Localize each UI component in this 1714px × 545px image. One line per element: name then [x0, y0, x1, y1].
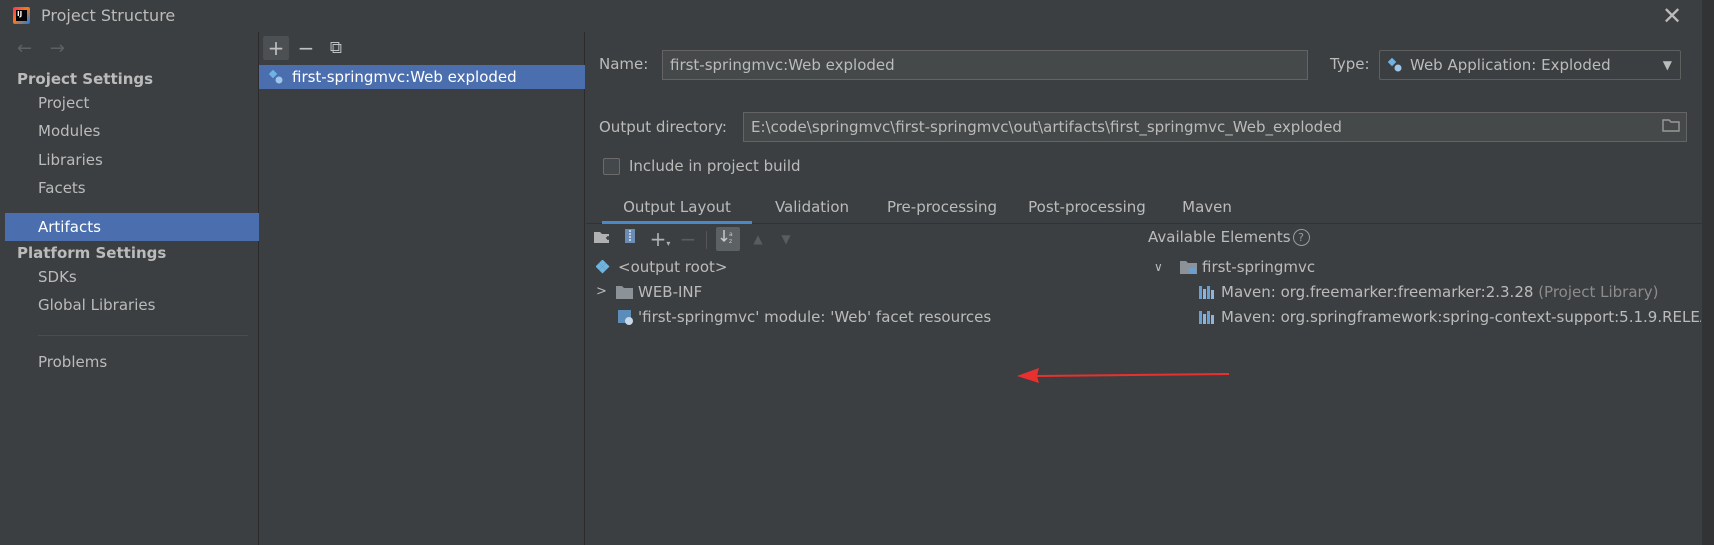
settings-sidebar: ← → Project Settings Project Modules Lib…	[5, 32, 259, 545]
intellij-logo-icon: IJ	[13, 7, 30, 24]
tab-post-processing[interactable]: Post-processing	[1012, 192, 1162, 224]
web-facet-icon	[618, 310, 633, 325]
type-dropdown[interactable]: Web Application: Exploded ▼	[1379, 50, 1681, 80]
tree-item-facet-resources[interactable]: 'first-springmvc' module: 'Web' facet re…	[618, 305, 991, 329]
sort-elements-icon[interactable]: az	[716, 227, 740, 251]
tab-output-layout[interactable]: Output Layout	[602, 192, 752, 224]
library-icon	[1199, 286, 1215, 299]
sidebar-item-global-libraries[interactable]: Global Libraries	[5, 291, 259, 319]
available-elements-label: Available Elements	[1148, 228, 1291, 246]
web-artifact-icon	[1388, 58, 1402, 72]
move-up-icon: ▲	[753, 232, 763, 246]
name-label: Name:	[599, 55, 649, 73]
annotation-arrow	[1017, 368, 1230, 383]
tab-pre-processing[interactable]: Pre-processing	[872, 192, 1012, 224]
library-type: (Project Library)	[1533, 283, 1659, 301]
move-down-icon: ▼	[781, 232, 791, 246]
output-root-icon	[596, 260, 610, 274]
library-icon	[1199, 311, 1215, 324]
output-directory-label: Output directory:	[599, 118, 727, 136]
svg-text:a: a	[729, 231, 733, 238]
title-bar: IJ Project Structure ✕	[0, 0, 1714, 32]
library-name: Maven: org.freemarker:freemarker:2.3.28	[1221, 283, 1534, 301]
create-archive-icon[interactable]	[618, 227, 642, 251]
chevron-right-icon[interactable]: >	[596, 280, 607, 304]
sidebar-item-problems[interactable]: Problems	[5, 348, 259, 376]
sidebar-divider	[38, 335, 248, 336]
tree-item-output-root[interactable]: <output root>	[596, 255, 727, 279]
folder-icon	[616, 286, 633, 299]
tab-maven[interactable]: Maven	[1162, 192, 1252, 224]
artifact-editor: Name: first-springmvc:Web exploded Type:…	[586, 32, 1714, 545]
toolbar-divider	[706, 231, 707, 249]
output-layout-toolbar: +▾ − az ▲ ▼	[586, 224, 1142, 255]
artifacts-list-panel: + − ⧉ first-springmvc:Web exploded	[259, 32, 585, 545]
forward-arrow-icon[interactable]: →	[50, 38, 65, 59]
chevron-down-icon[interactable]: ∨	[1154, 255, 1163, 279]
editor-tabs: Output Layout Validation Pre-processing …	[586, 192, 1714, 224]
sidebar-item-sdks[interactable]: SDKs	[5, 263, 259, 291]
copy-artifact-button[interactable]: ⧉	[323, 36, 349, 60]
help-icon[interactable]: ?	[1292, 229, 1310, 246]
artifact-list-item[interactable]: first-springmvc:Web exploded	[259, 65, 585, 89]
project-settings-heading: Project Settings	[17, 70, 154, 88]
remove-artifact-button[interactable]: −	[293, 36, 319, 60]
output-root-label: <output root>	[618, 258, 728, 276]
new-directory-icon[interactable]	[590, 227, 614, 251]
type-label: Type:	[1330, 55, 1370, 73]
include-in-build-label: Include in project build	[629, 157, 801, 175]
platform-settings-heading: Platform Settings	[17, 244, 167, 262]
add-element-icon[interactable]: +▾	[648, 227, 672, 251]
tree-item-module[interactable]: ∨ first-springmvc	[1154, 255, 1315, 279]
artifact-name: first-springmvc:Web exploded	[292, 68, 517, 86]
window-title: Project Structure	[41, 6, 176, 25]
sidebar-item-facets[interactable]: Facets	[5, 174, 259, 202]
web-artifact-icon	[269, 70, 283, 84]
web-inf-label: WEB-INF	[638, 283, 703, 301]
artifacts-toolbar: + − ⧉	[259, 32, 585, 64]
close-icon[interactable]: ✕	[1662, 2, 1682, 30]
sidebar-item-artifacts[interactable]: Artifacts	[5, 213, 259, 241]
add-artifact-button[interactable]: +	[263, 36, 289, 60]
module-label: first-springmvc	[1202, 258, 1316, 276]
library-item-spring-context-support[interactable]: Maven: org.springframework:spring-contex…	[1199, 305, 1701, 329]
type-value: Web Application: Exploded	[1410, 56, 1611, 74]
remove-element-icon: −	[679, 227, 697, 251]
sidebar-item-project[interactable]: Project	[5, 89, 259, 117]
module-folder-icon	[1180, 261, 1197, 274]
tab-validation[interactable]: Validation	[752, 192, 872, 224]
sidebar-item-modules[interactable]: Modules	[5, 117, 259, 145]
output-directory-field[interactable]: E:\code\springmvc\first-springmvc\out\ar…	[743, 112, 1687, 142]
facet-resources-label: 'first-springmvc' module: 'Web' facet re…	[638, 308, 992, 326]
window-edge	[1702, 0, 1714, 545]
sidebar-item-libraries[interactable]: Libraries	[5, 146, 259, 174]
svg-text:z: z	[729, 238, 732, 244]
include-in-build-checkbox[interactable]	[603, 158, 620, 175]
tree-item-web-inf[interactable]: > WEB-INF	[596, 280, 702, 304]
library-name: Maven: org.springframework:spring-contex…	[1221, 308, 1701, 326]
back-arrow-icon[interactable]: ←	[17, 38, 32, 59]
browse-folder-icon[interactable]	[1656, 113, 1686, 141]
history-navigation: ← →	[17, 38, 77, 59]
name-field[interactable]: first-springmvc:Web exploded	[662, 50, 1308, 80]
chevron-down-icon: ▼	[1662, 58, 1672, 72]
library-item-freemarker[interactable]: Maven: org.freemarker:freemarker:2.3.28 …	[1199, 280, 1658, 304]
output-directory-value: E:\code\springmvc\first-springmvc\out\ar…	[751, 118, 1342, 136]
available-elements-heading: Available Elements?	[1148, 228, 1310, 246]
